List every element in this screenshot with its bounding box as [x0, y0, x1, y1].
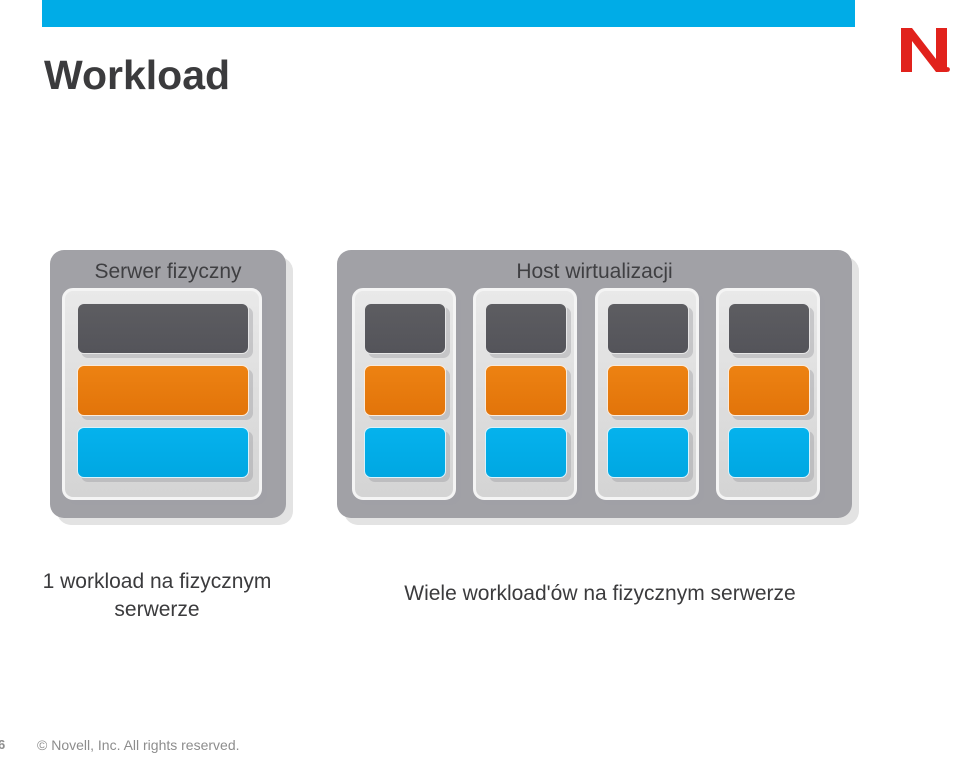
physical-server-panel: Serwer fizyczny [50, 250, 286, 518]
physical-server-machine [62, 288, 262, 500]
workload-bar-orange [364, 365, 446, 416]
workload-bar-orange [485, 365, 567, 416]
workload-bar-orange [77, 365, 249, 416]
copyright-notice: © Novell, Inc. All rights reserved. [37, 737, 240, 753]
virtualization-host-caption: Wiele workload'ów na fizycznym serwerze [404, 582, 796, 605]
virtual-machine [595, 288, 699, 500]
virtual-machine [352, 288, 456, 500]
physical-server-title: Serwer fizyczny [94, 260, 242, 283]
workload-bar-gray [485, 303, 567, 354]
virtualization-host-panel: Host wirtualizacji [337, 250, 852, 518]
workload-bar-gray [728, 303, 810, 354]
page-number: 6 [0, 737, 6, 752]
workload-bar-orange [728, 365, 810, 416]
physical-server-caption: 1 workload na fizycznym serwerze [42, 570, 272, 621]
workload-bar-gray [607, 303, 689, 354]
workload-bar-blue [607, 427, 689, 478]
workload-bar-orange [607, 365, 689, 416]
workload-bar-gray [77, 303, 249, 354]
workload-bar-gray [364, 303, 446, 354]
virtual-machine [473, 288, 577, 500]
virtual-machine [716, 288, 820, 500]
workload-bar-blue [364, 427, 446, 478]
workload-bar-blue [728, 427, 810, 478]
workload-diagram: Serwer fizyczny Host wirtualizacji 1 wor… [0, 0, 960, 759]
workload-bar-blue [485, 427, 567, 478]
workload-bar-blue [77, 427, 249, 478]
virtualization-host-title: Host wirtualizacji [516, 260, 673, 283]
